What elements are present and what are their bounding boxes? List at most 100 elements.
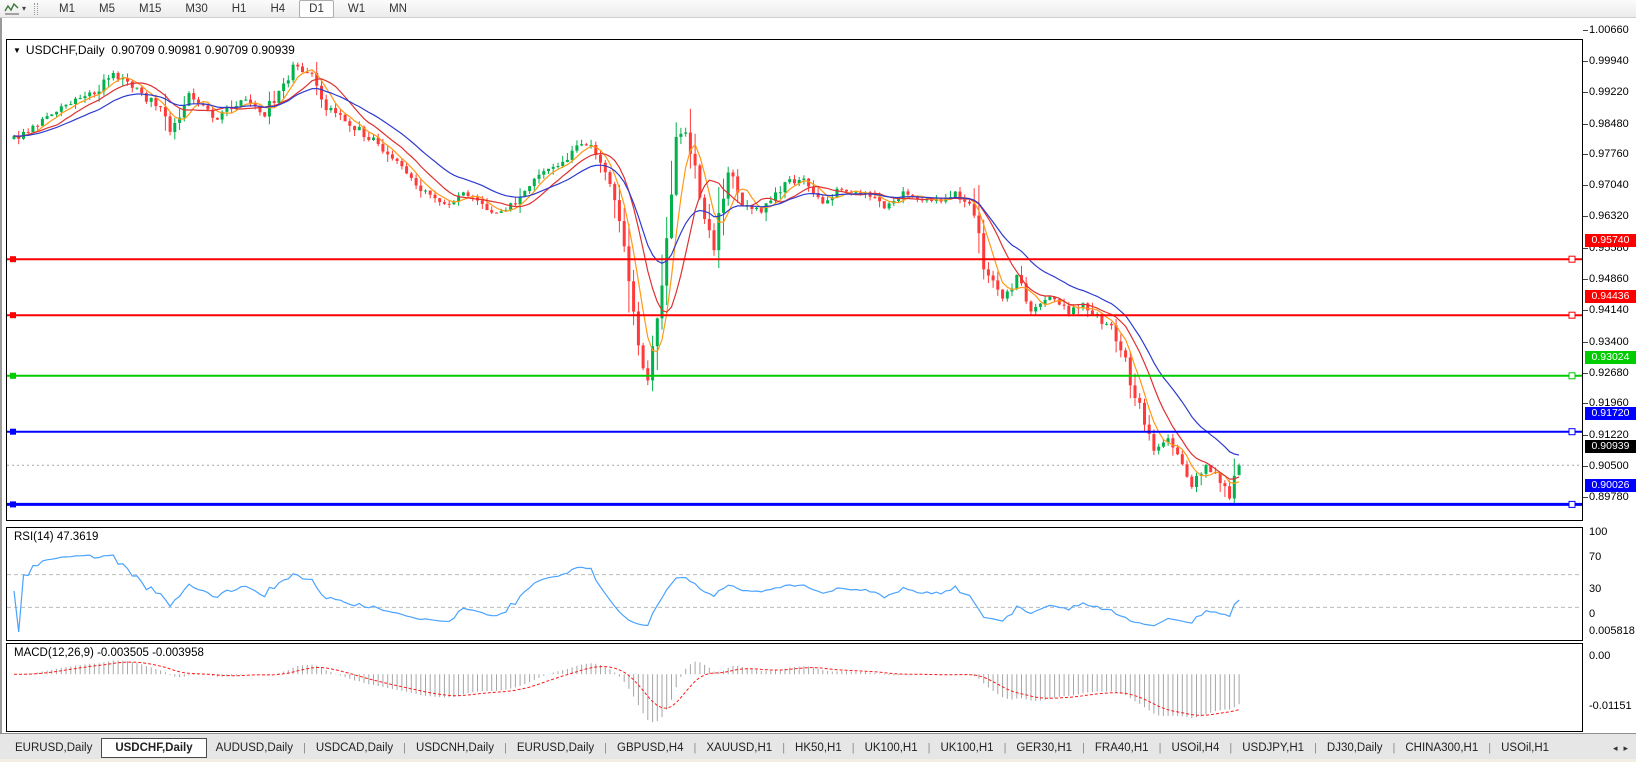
tab-separator: |	[1314, 742, 1317, 754]
tab-usoil-h1[interactable]: USOil,H1	[1492, 739, 1558, 757]
timeframe-button-m1[interactable]: M1	[49, 0, 85, 18]
chart-title: ▼ USDCHF,Daily 0.90709 0.90981 0.90709 0.…	[13, 43, 295, 57]
tab-separator: |	[852, 742, 855, 754]
dropdown-caret-icon[interactable]: ▾	[22, 4, 26, 13]
collapse-caret-icon[interactable]: ▼	[13, 46, 21, 55]
tab-separator: |	[782, 742, 785, 754]
price-axis-label: 0.90500	[1589, 460, 1629, 473]
price-axis-label: 0.96320	[1589, 210, 1629, 223]
chart-tabbar: EURUSD,DailyUSDCHF,DailyAUDUSD,Daily|USD…	[0, 733, 1636, 762]
rsi-axis-label: 30	[1589, 583, 1601, 596]
level-price-tag: 0.94436	[1585, 290, 1636, 303]
price-axis-label: 0.99940	[1589, 55, 1629, 68]
tab-separator: |	[1004, 742, 1007, 754]
price-tick-mark	[1583, 310, 1588, 311]
timeframe-button-mn[interactable]: MN	[379, 0, 417, 18]
rsi-panel[interactable]	[6, 527, 1583, 641]
tab-usoil-h4[interactable]: USOil,H4	[1162, 739, 1228, 757]
tab-scroll-arrows: ◂ ▸	[1605, 743, 1636, 754]
chart-tabs: EURUSD,DailyUSDCHF,DailyAUDUSD,Daily|USD…	[0, 734, 1605, 762]
tab-china300-h1[interactable]: CHINA300,H1	[1396, 739, 1487, 757]
tab-uk100-h1[interactable]: UK100,H1	[856, 739, 927, 757]
timeframe-button-d1[interactable]: D1	[299, 0, 334, 18]
tab-scroll-right-icon[interactable]: ▸	[1623, 743, 1628, 754]
price-tick-mark	[1583, 61, 1588, 62]
macd-axis-label: 0.005818	[1589, 625, 1635, 638]
rsi-axis-label: 100	[1589, 526, 1607, 539]
price-axis-label: 0.97760	[1589, 148, 1629, 161]
mini-chart-icon[interactable]	[3, 2, 21, 16]
ohlc-values: 0.90709 0.90981 0.90709 0.90939	[111, 43, 295, 57]
tab-hk50-h1[interactable]: HK50,H1	[786, 739, 851, 757]
price-tick-mark	[1583, 342, 1588, 343]
price-axis-label: 0.92680	[1589, 367, 1629, 380]
tab-separator: |	[928, 742, 931, 754]
tab-separator: |	[403, 742, 406, 754]
mt4-app: ▾ M1M5M15M30 H1H4D1W1MN ▼ USDCHF,Daily 0.9…	[0, 0, 1636, 762]
tab-usdcad-daily[interactable]: USDCAD,Daily	[307, 739, 402, 757]
current-price-tag: 0.90939	[1585, 440, 1636, 453]
price-tick-mark	[1583, 124, 1588, 125]
chart-window: ▼ USDCHF,Daily 0.90709 0.90981 0.90709 0.…	[0, 18, 1636, 733]
timeframe-toolbar: ▾ M1M5M15M30 H1H4D1W1MN	[0, 0, 1636, 18]
toolbar-grip[interactable]	[34, 3, 38, 15]
price-axis-label: 0.99220	[1589, 86, 1629, 99]
timeframe-button-h4[interactable]: H4	[260, 0, 295, 18]
tab-gbpusd-h4[interactable]: GBPUSD,H4	[608, 739, 692, 757]
tab-uk100-h1[interactable]: UK100,H1	[932, 739, 1003, 757]
tab-fra40-h1[interactable]: FRA40,H1	[1086, 739, 1158, 757]
tab-separator: |	[303, 742, 306, 754]
macd-label: MACD(12,26,9) -0.003505 -0.003958	[14, 647, 204, 659]
tab-eurusd-daily[interactable]: EURUSD,Daily	[6, 739, 101, 757]
tab-separator: |	[1393, 742, 1396, 754]
tab-audusd-daily[interactable]: AUDUSD,Daily	[207, 739, 302, 757]
tab-eurusd-daily[interactable]: EURUSD,Daily	[508, 739, 603, 757]
level-price-tag: 0.91720	[1585, 407, 1636, 420]
tab-usdcnh-daily[interactable]: USDCNH,Daily	[407, 739, 503, 757]
tab-separator: |	[694, 742, 697, 754]
symbol-period-label: USDCHF,Daily	[26, 43, 105, 57]
price-tick-mark	[1583, 216, 1588, 217]
price-tick-mark	[1583, 435, 1588, 436]
price-tick-mark	[1583, 92, 1588, 93]
tab-xauusd-h1[interactable]: XAUUSD,H1	[697, 739, 781, 757]
timeframe-button-h1[interactable]: H1	[222, 0, 257, 18]
rsi-axis-label: 70	[1589, 551, 1601, 564]
level-price-tag: 0.93024	[1585, 351, 1636, 364]
timeframe-button-m5[interactable]: M5	[89, 0, 125, 18]
price-tick-mark	[1583, 185, 1588, 186]
price-tick-mark	[1583, 30, 1588, 31]
tab-dj30-daily[interactable]: DJ30,Daily	[1318, 739, 1392, 757]
rsi-axis-label: 0	[1589, 608, 1595, 621]
timeframe-button-m30[interactable]: M30	[175, 0, 217, 18]
tab-separator: |	[604, 742, 607, 754]
macd-axis-label: 0.00	[1589, 650, 1610, 663]
price-panel[interactable]	[6, 39, 1583, 521]
tab-scroll-left-icon[interactable]: ◂	[1613, 743, 1618, 754]
timeframe-button-m15[interactable]: M15	[129, 0, 171, 18]
tab-separator: |	[1488, 742, 1491, 754]
tab-separator: |	[1229, 742, 1232, 754]
price-axis-label: 0.89780	[1589, 491, 1629, 504]
timeframe-buttons: M1M5M15M30 H1H4D1W1MN	[47, 0, 419, 18]
price-tick-mark	[1583, 248, 1588, 249]
price-tick-mark	[1583, 373, 1588, 374]
price-axis-label: 0.98480	[1589, 118, 1629, 131]
tab-separator: |	[1159, 742, 1162, 754]
timeframe-button-w1[interactable]: W1	[338, 0, 375, 18]
tab-usdchf-daily[interactable]: USDCHF,Daily	[101, 738, 206, 758]
tab-separator: |	[504, 742, 507, 754]
tab-ger30-h1[interactable]: GER30,H1	[1007, 739, 1081, 757]
price-axis-label: 1.00660	[1589, 24, 1629, 37]
price-tick-mark	[1583, 497, 1588, 498]
price-axis-label: 0.94140	[1589, 304, 1629, 317]
price-tick-mark	[1583, 154, 1588, 155]
price-tick-mark	[1583, 279, 1588, 280]
tab-usdjpy-h1[interactable]: USDJPY,H1	[1233, 739, 1313, 757]
rsi-label: RSI(14) 47.3619	[14, 531, 98, 543]
macd-panel[interactable]	[6, 643, 1583, 732]
price-axis-label: 0.97040	[1589, 179, 1629, 192]
price-tick-mark	[1583, 403, 1588, 404]
price-axis-label: 0.93400	[1589, 336, 1629, 349]
level-price-tag: 0.90026	[1585, 479, 1636, 492]
